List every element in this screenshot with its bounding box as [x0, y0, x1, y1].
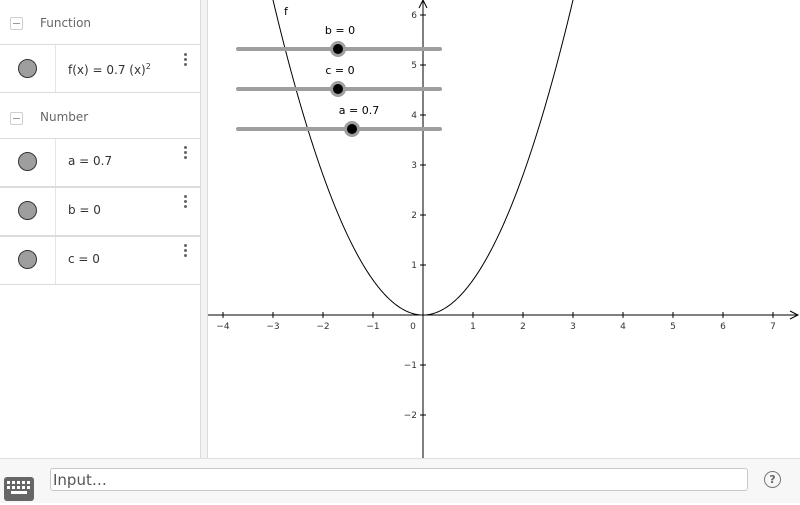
y-tick-label: −2 — [404, 411, 417, 421]
group-header-number[interactable]: Number — [0, 94, 200, 140]
x-tick-label: −4 — [216, 322, 230, 332]
algebra-row-a[interactable]: a = 0.7 — [0, 138, 200, 187]
slider-b[interactable]: b = 0 — [236, 24, 442, 57]
x-tick-label: −3 — [266, 322, 279, 332]
algebra-row-b[interactable]: b = 0 — [0, 187, 200, 236]
y-tick-label: 3 — [411, 161, 417, 171]
slider-a[interactable]: a = 0.7 — [236, 104, 442, 137]
slider-c-label: c = 0 — [325, 64, 354, 77]
visibility-toggle-b[interactable] — [18, 201, 37, 220]
x-tick-label: 4 — [620, 322, 626, 332]
visibility-toggle-f[interactable] — [18, 59, 37, 78]
function-exponent: 2 — [145, 62, 151, 71]
function-definition[interactable]: f(x) = 0.7 (x)2 — [68, 62, 151, 77]
x-tick-label: −1 — [366, 322, 379, 332]
visibility-toggle-a[interactable] — [18, 152, 37, 171]
slider-c-knob[interactable] — [330, 81, 346, 97]
slider-c[interactable]: c = 0 — [236, 64, 442, 97]
number-a-value[interactable]: a = 0.7 — [68, 154, 112, 168]
algebra-row-f[interactable]: f(x) = 0.7 (x)2 — [0, 44, 200, 93]
function-text: f(x) = 0.7 (x) — [68, 63, 146, 77]
visibility-toggle-c[interactable] — [18, 250, 37, 269]
y-tick-label: 4 — [411, 111, 417, 121]
more-menu-icon[interactable] — [181, 146, 189, 164]
x-tick-label: 5 — [670, 322, 676, 332]
x-tick-label: 0 — [410, 322, 416, 332]
y-tick-label: 6 — [411, 11, 417, 21]
group-header-function[interactable]: Function — [0, 0, 200, 46]
group-label-number: Number — [40, 110, 89, 124]
marble-cell — [0, 139, 56, 186]
function-label: f — [284, 5, 289, 18]
slider-a-knob[interactable] — [344, 121, 360, 137]
collapse-function-icon[interactable] — [10, 17, 23, 30]
x-tick-label: 1 — [470, 322, 476, 332]
slider-b-knob[interactable] — [330, 41, 346, 57]
more-menu-icon[interactable] — [181, 53, 189, 71]
x-tick-label: 2 — [520, 322, 526, 332]
number-c-value[interactable]: c = 0 — [68, 252, 100, 266]
algebra-row-c[interactable]: c = 0 — [0, 236, 200, 285]
slider-a-label: a = 0.7 — [339, 104, 379, 117]
graphics-view[interactable]: −4 −3 −2 −1 0 1 2 3 4 5 6 7 −2 −1 1 2 3 4 5 6 f b = 0 c = … — [208, 0, 800, 458]
marble-cell — [0, 188, 56, 235]
x-tick-label: 6 — [720, 322, 726, 332]
number-b-value[interactable]: b = 0 — [68, 203, 101, 217]
slider-b-label: b = 0 — [325, 24, 355, 37]
x-tick-label: 7 — [770, 322, 776, 332]
sliders: b = 0 c = 0 a = 0.7 — [236, 24, 442, 137]
group-label-function: Function — [40, 16, 92, 30]
more-menu-icon[interactable] — [181, 195, 189, 213]
input-field[interactable] — [50, 468, 748, 491]
y-tick-label: −1 — [404, 361, 417, 371]
axes — [208, 0, 800, 458]
algebra-view: Function f(x) = 0.7 (x)2 Number a = 0.7 … — [0, 0, 200, 458]
x-tick-label: −2 — [316, 322, 329, 332]
marble-cell — [0, 237, 56, 284]
input-bar: ? — [0, 458, 800, 503]
marble-cell — [0, 45, 56, 92]
x-tick-label: 3 — [570, 322, 576, 332]
panel-splitter[interactable] — [200, 0, 208, 458]
more-menu-icon[interactable] — [181, 244, 189, 262]
y-tick-label: 5 — [411, 61, 417, 71]
help-icon[interactable]: ? — [764, 471, 781, 488]
collapse-number-icon[interactable] — [10, 112, 23, 125]
y-tick-label: 2 — [411, 211, 417, 221]
keyboard-icon[interactable] — [4, 477, 34, 501]
y-tick-label: 1 — [411, 261, 417, 271]
